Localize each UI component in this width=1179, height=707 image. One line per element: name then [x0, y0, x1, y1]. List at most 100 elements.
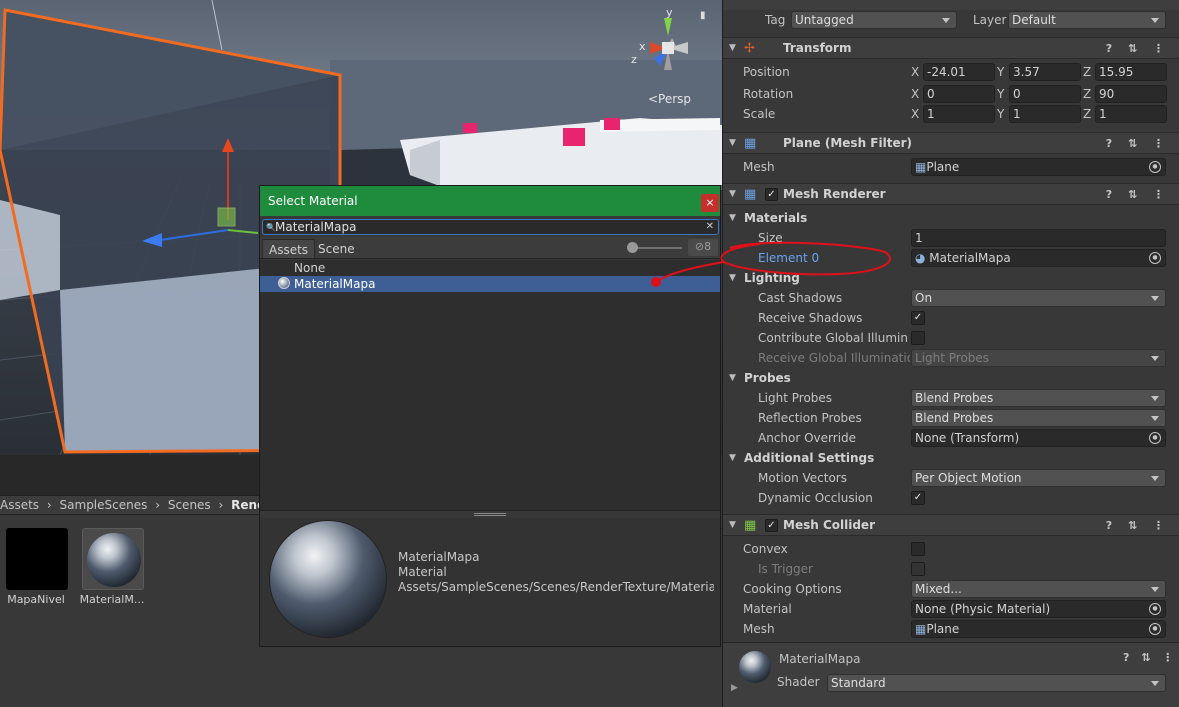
mesh-object-field[interactable]: ▦Plane ● [911, 158, 1166, 176]
foldout-icon[interactable]: ▼ [729, 38, 736, 59]
size-field[interactable]: 1 [911, 229, 1166, 247]
scale-x-field[interactable]: 1 [923, 105, 995, 123]
cooking-options-label: Cooking Options [743, 582, 842, 596]
gameobject-header [723, 0, 1179, 10]
transform-header[interactable]: ▼ ✢ Transform ? ⇅ ⋮ [723, 37, 1179, 59]
component-tools[interactable]: ? ⇅ ⋮ [1106, 184, 1170, 205]
convex-checkbox[interactable] [911, 542, 925, 556]
select-material-dialog: Select Material × 🔍 MaterialMapa ✕ Asset… [259, 185, 721, 647]
dialog-title[interactable]: Select Material [260, 186, 720, 216]
physic-material-label: Material [743, 602, 792, 616]
component-title: Mesh Collider [783, 518, 875, 532]
tab-assets[interactable]: Assets [262, 239, 316, 258]
layer-dropdown[interactable]: Default [1008, 11, 1166, 29]
rotation-y-field[interactable]: 0 [1009, 85, 1081, 103]
tab-scene[interactable]: Scene [312, 239, 361, 258]
close-button[interactable]: × [701, 194, 719, 212]
dynamic-occlusion-label: Dynamic Occlusion [758, 491, 873, 505]
rotation-z-field[interactable]: 90 [1095, 85, 1167, 103]
component-tools[interactable]: ? ⇅ ⋮ [1106, 38, 1170, 59]
foldout-icon[interactable]: ▼ [729, 515, 736, 536]
additional-settings-label: Additional Settings [744, 451, 875, 465]
object-picker-icon[interactable]: ● [1149, 432, 1161, 444]
visibility-count: 8 [704, 240, 712, 253]
physic-material-value: None (Physic Material) [915, 602, 1051, 616]
component-tools[interactable]: ? ⇅ ⋮ [1106, 515, 1170, 536]
collider-mesh-field[interactable]: ▦Plane ● [911, 620, 1166, 638]
motion-vectors-dropdown[interactable]: Per Object Motion [911, 469, 1166, 487]
project-asset-grid: MapaNivel MaterialM... [0, 515, 260, 707]
tag-dropdown[interactable]: Untagged [791, 11, 957, 29]
list-item-materialmapa[interactable]: MaterialMapa [260, 276, 720, 292]
convex-label: Convex [743, 542, 788, 556]
is-trigger-label: Is Trigger [758, 562, 813, 576]
component-title: Transform [783, 41, 852, 55]
preview-splitter[interactable] [260, 510, 720, 518]
asset-thumb-rendertexture[interactable] [6, 528, 68, 590]
slider-knob[interactable] [627, 242, 638, 253]
rotation-x-field[interactable]: 0 [923, 85, 995, 103]
foldout-icon[interactable]: ▶ [731, 683, 738, 693]
mesh-collider-enabled-checkbox[interactable]: ✓ [765, 519, 778, 532]
breadcrumb-item[interactable]: Assets [0, 498, 39, 512]
cooking-options-dropdown[interactable]: Mixed... [911, 580, 1166, 598]
receive-shadows-checkbox[interactable]: ✓ [911, 311, 925, 325]
foldout-icon[interactable]: ▼ [729, 133, 736, 154]
component-tools[interactable]: ? ⇅ ⋮ [1106, 133, 1170, 154]
search-value: MaterialMapa [275, 220, 357, 234]
scale-y-field[interactable]: 1 [1009, 105, 1081, 123]
material-list: None MaterialMapa [260, 260, 720, 510]
shader-dropdown[interactable]: Standard [827, 674, 1166, 692]
object-picker-icon[interactable]: ● [1149, 161, 1161, 173]
mesh-row: Mesh ▦Plane ● [723, 157, 1179, 177]
element0-object-field[interactable]: ◕ MaterialMapa ● [911, 249, 1166, 267]
position-row: Position X -24.01 Y 3.57 Z 15.95 [723, 62, 1179, 82]
tag-layer-row: Tag Untagged Layer Default [723, 10, 1179, 30]
anchor-override-field[interactable]: None (Transform) ● [911, 429, 1166, 447]
collider-mesh-row: Mesh ▦Plane ● [723, 619, 1179, 639]
position-y-field[interactable]: 3.57 [1009, 63, 1081, 81]
object-picker-icon[interactable]: ● [1149, 252, 1161, 264]
mesh-filter-header[interactable]: ▼ ▦ Plane (Mesh Filter) ? ⇅ ⋮ [723, 132, 1179, 154]
additional-settings-foldout[interactable]: ▼ Additional Settings [723, 448, 1179, 468]
visibility-toggle[interactable]: ⊘8 [688, 239, 718, 256]
physic-material-field[interactable]: None (Physic Material) ● [911, 600, 1166, 618]
scale-z-field[interactable]: 1 [1095, 105, 1167, 123]
physic-material-row: Material None (Physic Material) ● [723, 599, 1179, 619]
breadcrumb-current[interactable]: RenderT [231, 498, 260, 512]
dynamic-occlusion-checkbox[interactable]: ✓ [911, 491, 925, 505]
cast-shadows-dropdown[interactable]: On [911, 289, 1166, 307]
lock-icon[interactable]: ▮ [700, 10, 710, 21]
search-input[interactable]: 🔍 MaterialMapa ✕ [262, 219, 719, 235]
foldout-icon[interactable]: ▼ [729, 184, 736, 205]
materials-foldout[interactable]: ▼ Materials [723, 208, 1179, 228]
position-z-field[interactable]: 15.95 [1095, 63, 1167, 81]
projection-toggle[interactable]: <Persp [648, 92, 691, 106]
mesh-renderer-header[interactable]: ▼ ▦ ✓ Mesh Renderer ? ⇅ ⋮ [723, 183, 1179, 205]
light-probes-dropdown[interactable]: Blend Probes [911, 389, 1166, 407]
breadcrumb-item[interactable]: SampleScenes [60, 498, 148, 512]
object-picker-icon[interactable]: ● [1149, 623, 1161, 635]
splitter-grip[interactable] [474, 513, 506, 516]
clear-search-icon[interactable]: ✕ [706, 220, 714, 234]
list-item-none[interactable]: None [260, 260, 720, 276]
object-picker-icon[interactable]: ● [1149, 603, 1161, 615]
asset-thumb-material[interactable] [82, 528, 144, 590]
lighting-foldout[interactable]: ▼ Lighting [723, 268, 1179, 288]
material-icon [278, 277, 290, 289]
collider-mesh-value: Plane [926, 622, 960, 636]
contribute-gi-checkbox[interactable] [911, 331, 925, 345]
receive-shadows-row: Receive Shadows ✓ [723, 308, 1179, 328]
mesh-renderer-enabled-checkbox[interactable]: ✓ [765, 188, 778, 201]
scale-label: Scale [743, 107, 776, 121]
material-tools[interactable]: ? ⇅ ⋮ [1123, 651, 1177, 664]
probes-foldout[interactable]: ▼ Probes [723, 368, 1179, 388]
size-label: Size [758, 231, 783, 245]
dynamic-occlusion-row: Dynamic Occlusion ✓ [723, 488, 1179, 508]
position-label: Position [743, 65, 790, 79]
transform-icon: ✢ [744, 41, 755, 56]
reflection-probes-dropdown[interactable]: Blend Probes [911, 409, 1166, 427]
mesh-collider-header[interactable]: ▼ ▦ ✓ Mesh Collider ? ⇅ ⋮ [723, 514, 1179, 536]
position-x-field[interactable]: -24.01 [923, 63, 995, 81]
breadcrumb-item[interactable]: Scenes [168, 498, 211, 512]
